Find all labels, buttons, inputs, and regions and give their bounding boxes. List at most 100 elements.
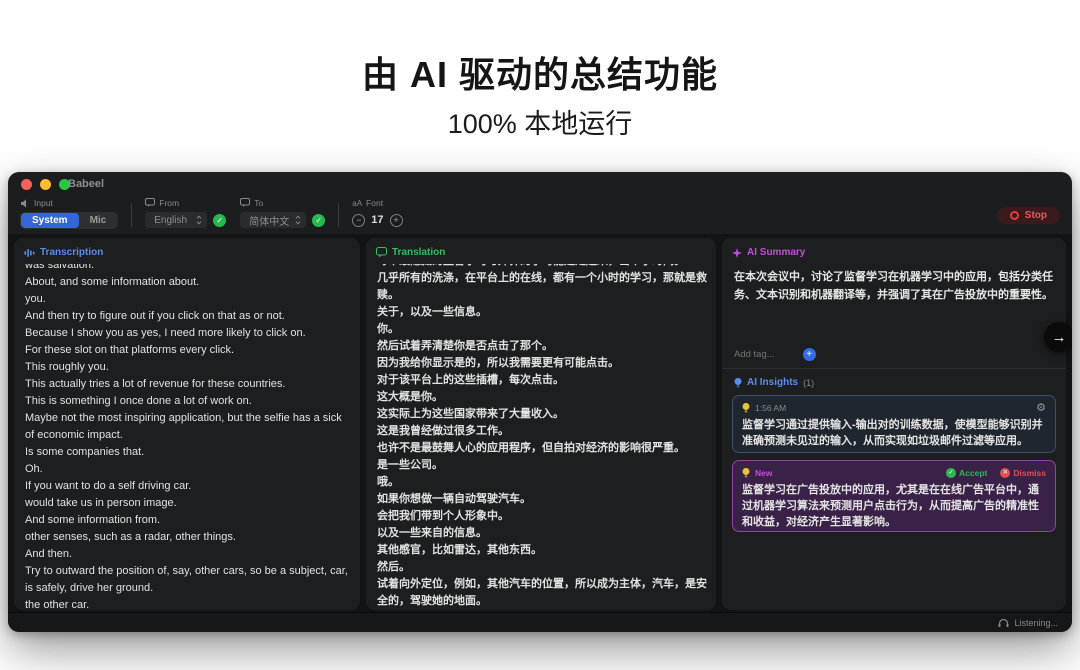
font-decrease-button[interactable]: − xyxy=(352,214,365,227)
translation-line: 然后试着弄清楚你是否点击了那个。 xyxy=(377,338,707,355)
listening-icon xyxy=(998,618,1009,628)
toolbar-divider xyxy=(338,203,339,227)
summary-text: 在本次会议中，讨论了监督学习在机器学习中的应用，包括分类任务、文本识别和机器翻译… xyxy=(734,268,1054,304)
translation-panel: Translation 每个最隐藏的监督学习与外界的学习能建定起来，当个小时间。… xyxy=(366,238,716,610)
translation-line: 对于该平台上的这些插槽，每次点击。 xyxy=(377,372,707,389)
transcription-scroll-area[interactable]: was salvation.About, and some informatio… xyxy=(25,264,351,608)
input-group: Input System Mic xyxy=(20,198,118,229)
translation-scroll-area[interactable]: 每个最隐藏的监督学习与外界的学习能建定起来，当个小时间。几乎所有的洗涤，在平台上… xyxy=(377,264,707,608)
transcript-line: was salvation. xyxy=(25,264,351,274)
font-size-icon: aA xyxy=(352,199,362,208)
transcription-icon xyxy=(24,248,35,258)
accept-check-icon: ✓ xyxy=(946,468,956,478)
translate-bubble-icon xyxy=(240,198,250,208)
transcript-line: And some information from. xyxy=(25,512,351,529)
translation-icon xyxy=(376,247,387,258)
translation-line: 因为我给你显示是的，所以我需要更有可能点击。 xyxy=(377,355,707,372)
speaker-icon xyxy=(20,199,30,208)
toolbar-divider xyxy=(131,203,132,227)
transcript-line: This actually tries a lot of revenue for… xyxy=(25,376,351,393)
transcript-line: This roughly you. xyxy=(25,359,351,376)
record-icon xyxy=(1010,211,1019,220)
translation-line: 试着向外定位，例如，其他汽车的位置，所以成为主体，汽车，是安全的，驾驶她的地面。 xyxy=(377,576,707,608)
font-increase-button[interactable]: + xyxy=(390,214,403,227)
font-group: aA Font − 17 + xyxy=(352,198,402,229)
transcript-line: Maybe not the most inspiring application… xyxy=(25,410,351,444)
transcript-line: you. xyxy=(25,291,351,308)
stop-button[interactable]: Stop xyxy=(997,207,1060,224)
lightbulb-icon xyxy=(742,403,750,413)
ai-summary-icon xyxy=(732,248,742,258)
from-ready-check-icon: ✓ xyxy=(213,214,226,227)
new-badge: New xyxy=(755,468,772,478)
input-label: Input xyxy=(34,198,53,208)
page-title: 由 AI 驱动的总结功能 xyxy=(0,46,1080,98)
translation-line: 你。 xyxy=(377,321,707,338)
input-option-system[interactable]: System xyxy=(21,213,79,228)
summary-divider xyxy=(722,368,1066,369)
translation-line: 这实际上为这些国家带来了大量收入。 xyxy=(377,406,707,423)
arrow-right-icon: → xyxy=(1052,329,1067,346)
ai-summary-title: AI Summary xyxy=(747,247,805,258)
add-tag-button[interactable]: + xyxy=(803,348,816,361)
chevron-up-down-icon xyxy=(295,215,301,225)
gear-icon[interactable]: ⚙ xyxy=(1036,403,1046,413)
to-language-select[interactable]: 简体中文 xyxy=(240,212,306,228)
transcript-line: other senses, such as a radar, other thi… xyxy=(25,529,351,546)
transcript-line: Is some companies that. xyxy=(25,444,351,461)
transcription-panel: Transcription was salvation.About, and s… xyxy=(14,238,360,610)
input-option-mic[interactable]: Mic xyxy=(79,213,118,228)
listening-status: Listening... xyxy=(1014,618,1058,628)
next-panel-button[interactable]: → xyxy=(1044,322,1072,352)
status-bar: Listening... xyxy=(8,612,1072,632)
main-content: Transcription was salvation.About, and s… xyxy=(8,234,1072,612)
translation-line: 这大概是你。 xyxy=(377,389,707,406)
lightbulb-icon xyxy=(734,378,742,388)
chevron-up-down-icon xyxy=(196,215,202,225)
app-window: Babeel Input System Mic From E xyxy=(8,172,1072,632)
transcription-title: Transcription xyxy=(40,247,103,258)
insight-timestamp: 1:56 AM xyxy=(755,403,786,413)
transcript-line: About, and some information about. xyxy=(25,274,351,291)
translation-line: 如果你想做一辆自动驾驶汽车。 xyxy=(377,491,707,508)
translation-line: 其他感官，比如雷达，其他东西。 xyxy=(377,542,707,559)
to-ready-check-icon: ✓ xyxy=(312,214,325,227)
translate-bubble-icon xyxy=(145,198,155,208)
ai-summary-panel: AI Summary 在本次会议中，讨论了监督学习在机器学习中的应用，包括分类任… xyxy=(722,238,1066,610)
close-button[interactable] xyxy=(21,179,32,190)
font-label: Font xyxy=(366,198,383,208)
transcript-line: And then try to figure out if you click … xyxy=(25,308,351,325)
translation-line: 也许不是最鼓舞人心的应用程序，但自拍对经济的影响很严重。 xyxy=(377,440,707,457)
minimize-button[interactable] xyxy=(40,179,51,190)
lightbulb-icon xyxy=(742,468,750,478)
insight-card: 1:56 AM ⚙ 监督学习通过提供输入-输出对的训练数据，使模型能够识别并准确… xyxy=(732,395,1056,453)
transcript-line: This is something I once done a lot of w… xyxy=(25,393,351,410)
translation-line: 以及一些来自的信息。 xyxy=(377,525,707,542)
input-segmented-control: System Mic xyxy=(20,212,118,229)
to-group: To 简体中文 ✓ xyxy=(240,198,325,229)
translation-line: 然后。 xyxy=(377,559,707,576)
titlebar: Babeel xyxy=(8,172,1072,196)
from-language-select[interactable]: English xyxy=(145,212,207,228)
insight-text: 监督学习通过提供输入-输出对的训练数据，使模型能够识别并准确预测未见过的输入，从… xyxy=(742,417,1046,449)
insight-card-new: New ✓ Accept ✕ Dismiss 监督学习在广告投放中的应用，尤其是… xyxy=(732,460,1056,532)
transcript-line: Try to outward the position of, say, oth… xyxy=(25,563,351,597)
translation-title: Translation xyxy=(392,247,445,258)
transcript-line: For these slot on that platforms every c… xyxy=(25,342,351,359)
accept-button[interactable]: ✓ Accept xyxy=(946,468,987,478)
transcript-line: would take us in person image. xyxy=(25,495,351,512)
from-label: From xyxy=(159,198,179,208)
page-subtitle: 100% 本地运行 xyxy=(0,102,1080,141)
dismiss-cross-icon: ✕ xyxy=(1000,468,1010,478)
ai-insights-title: AI Insights xyxy=(747,377,798,388)
dismiss-button[interactable]: ✕ Dismiss xyxy=(1000,468,1046,478)
translation-line: 哦。 xyxy=(377,474,707,491)
to-label: To xyxy=(254,198,263,208)
from-group: From English ✓ xyxy=(145,198,226,229)
window-title: Babeel xyxy=(68,178,104,190)
translation-line: 是一些公司。 xyxy=(377,457,707,474)
add-tag-input[interactable]: Add tag... xyxy=(734,349,775,360)
toolbar: Input System Mic From English ✓ xyxy=(8,196,1072,234)
translation-line: 关于，以及一些信息。 xyxy=(377,304,707,321)
insight-text: 监督学习在广告投放中的应用，尤其是在在线广告平台中，通过机器学习算法来预测用户点… xyxy=(742,482,1046,530)
